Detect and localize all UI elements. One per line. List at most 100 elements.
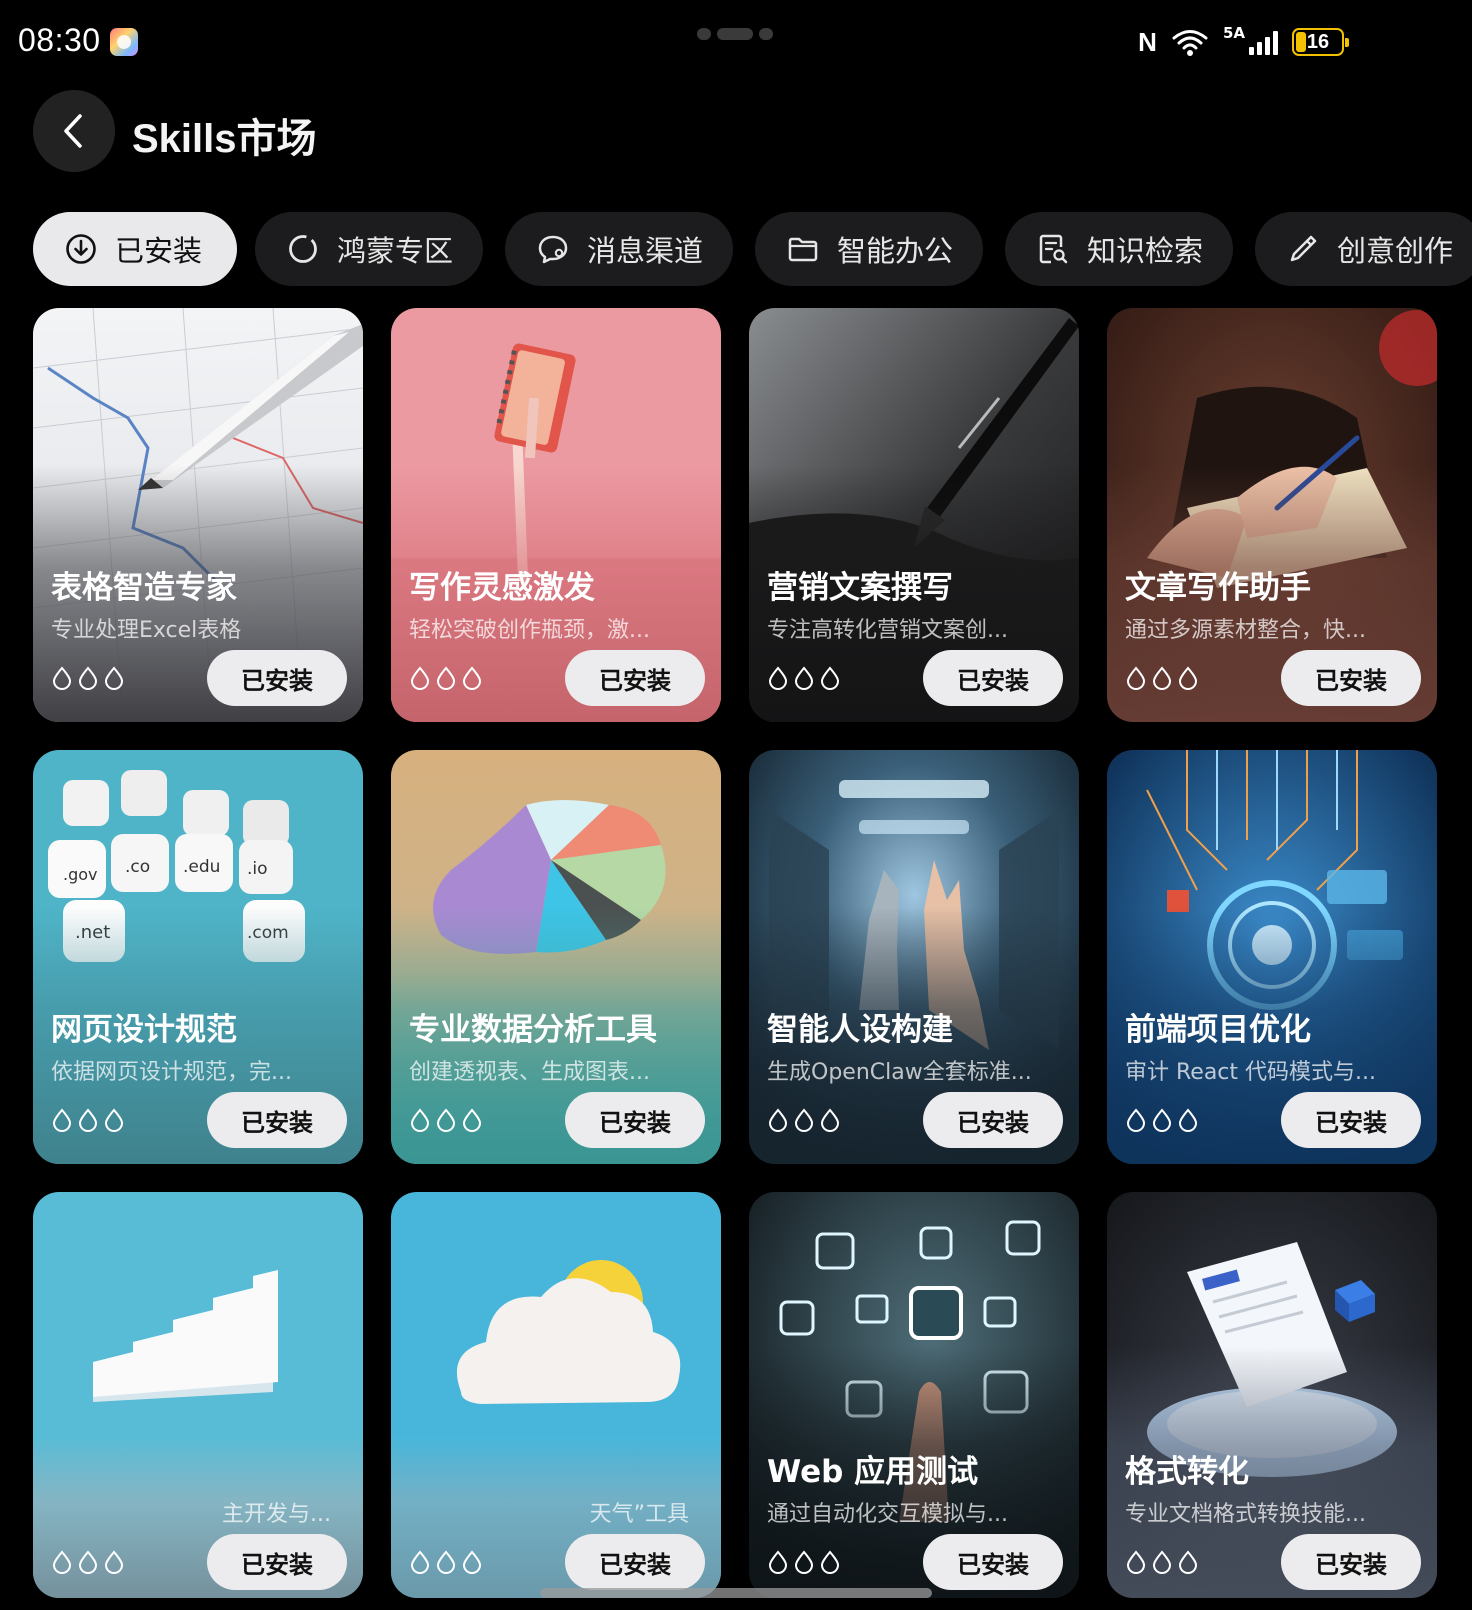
rating-drops xyxy=(51,666,125,690)
rating-drops xyxy=(51,1108,125,1132)
network-type: 5A xyxy=(1222,24,1245,42)
skill-card[interactable]: 营销文案撰写 专注高转化营销文案创... 已安装 xyxy=(749,308,1079,722)
tab-smart-office[interactable]: 智能办公 xyxy=(755,212,983,286)
status-icons: N 5A 16 xyxy=(1138,22,1349,62)
installed-button[interactable]: 已安装 xyxy=(923,1092,1063,1148)
rating-drops xyxy=(51,1550,125,1574)
signal-icon xyxy=(1249,29,1278,55)
drop-icon xyxy=(436,1108,456,1132)
skill-card[interactable]: Web 应用测试 通过自动化交互模拟与... 已安装 xyxy=(749,1192,1079,1598)
document-search-icon xyxy=(1039,234,1068,264)
drop-icon xyxy=(78,666,98,690)
installed-button[interactable]: 已安装 xyxy=(1281,1534,1421,1590)
drop-icon xyxy=(1152,1550,1172,1574)
skill-card[interactable]: 写作灵感激发 轻松突破创作瓶颈，激... 已安装 xyxy=(391,308,721,722)
installed-button[interactable]: 已安装 xyxy=(565,650,705,706)
installed-button[interactable]: 已安装 xyxy=(207,1092,347,1148)
tab-creative-writing[interactable]: 创意创作 xyxy=(1255,212,1472,286)
tab-label: 已安装 xyxy=(115,234,203,268)
skill-card[interactable]: 文章写作助手 通过多源素材整合，快... 已安装 xyxy=(1107,308,1437,722)
drop-icon xyxy=(462,1108,482,1132)
card-title: 智能人设构建 xyxy=(767,1012,953,1048)
drop-icon xyxy=(462,1550,482,1574)
battery-level: 16 xyxy=(1306,30,1330,53)
installed-button[interactable]: 已安装 xyxy=(1281,650,1421,706)
ring-icon xyxy=(289,235,317,263)
rating-drops xyxy=(1125,1108,1199,1132)
tab-installed[interactable]: 已安装 xyxy=(33,212,237,286)
tab-knowledge-search[interactable]: 知识检索 xyxy=(1005,212,1233,286)
card-title: 营销文案撰写 xyxy=(767,570,953,606)
drop-icon xyxy=(104,666,124,690)
rating-drops xyxy=(767,1550,841,1574)
card-title: 专业数据分析工具 xyxy=(409,1012,657,1048)
card-title: 文章写作助手 xyxy=(1125,570,1311,606)
skill-card[interactable]: 主开发与... 已安装 xyxy=(33,1192,363,1598)
camera-indicator xyxy=(697,28,777,40)
category-tabs: 已安装 鸿蒙专区 消息渠道 智能办公 知识检索 创意创作 xyxy=(33,212,1472,286)
svg-text:.io: .io xyxy=(247,859,268,879)
installed-button[interactable]: 已安装 xyxy=(923,650,1063,706)
rating-drops xyxy=(1125,666,1199,690)
installed-button[interactable]: 已安装 xyxy=(565,1534,705,1590)
rating-drops xyxy=(409,666,483,690)
rating-drops xyxy=(1125,1550,1199,1574)
card-title: 表格智造专家 xyxy=(51,570,237,606)
drop-icon xyxy=(1152,1108,1172,1132)
drop-icon xyxy=(410,666,430,690)
skill-card[interactable]: 智能人设构建 生成OpenClaw全套标准... 已安装 xyxy=(749,750,1079,1164)
skill-card[interactable]: .gov .co .edu .io .net .com 网页设计规范 依据网页设… xyxy=(33,750,363,1164)
installed-button[interactable]: 已安装 xyxy=(1281,1092,1421,1148)
svg-text:.gov: .gov xyxy=(63,865,98,884)
skill-card[interactable]: 格式转化 专业文档格式转换技能... 已安装 xyxy=(1107,1192,1437,1598)
tab-harmony[interactable]: 鸿蒙专区 xyxy=(255,212,483,286)
drop-icon xyxy=(410,1108,430,1132)
card-description: 专注高转化营销文案创... xyxy=(767,618,1008,643)
drop-icon xyxy=(52,666,72,690)
installed-button[interactable]: 已安装 xyxy=(923,1534,1063,1590)
tab-label: 鸿蒙专区 xyxy=(337,234,454,268)
drop-icon xyxy=(436,666,456,690)
wifi-icon xyxy=(1172,30,1208,56)
drop-icon xyxy=(1126,1550,1146,1574)
drop-icon xyxy=(52,1108,72,1132)
card-title: 前端项目优化 xyxy=(1125,1012,1311,1048)
card-title: 网页设计规范 xyxy=(51,1012,237,1048)
drop-icon xyxy=(794,666,814,690)
card-description: 主开发与... xyxy=(222,1502,331,1527)
tab-label: 消息渠道 xyxy=(587,234,704,268)
card-title: 写作灵感激发 xyxy=(409,570,595,606)
drop-icon xyxy=(1126,1108,1146,1132)
card-description: 专业处理Excel表格 xyxy=(51,618,242,643)
installed-button[interactable]: 已安装 xyxy=(565,1092,705,1148)
card-title: 格式转化 xyxy=(1125,1454,1249,1490)
drop-icon xyxy=(794,1108,814,1132)
status-bar: 08:30 N 5A 16 xyxy=(0,0,1472,84)
installed-button[interactable]: 已安装 xyxy=(207,1534,347,1590)
card-description: 专业文档格式转换技能... xyxy=(1125,1502,1366,1527)
drop-icon xyxy=(1178,1550,1198,1574)
chat-bubble-icon xyxy=(538,235,568,264)
rating-drops xyxy=(767,1108,841,1132)
pen-icon xyxy=(1290,235,1317,262)
card-description: 依据网页设计规范，完... xyxy=(51,1060,292,1085)
drop-icon xyxy=(78,1550,98,1574)
skill-card[interactable]: 表格智造专家 专业处理Excel表格 已安装 xyxy=(33,308,363,722)
skill-card[interactable]: 前端项目优化 审计 React 代码模式与... 已安装 xyxy=(1107,750,1437,1164)
drop-icon xyxy=(1126,666,1146,690)
card-description: 通过自动化交互模拟与... xyxy=(767,1502,1008,1527)
home-indicator[interactable] xyxy=(540,1588,932,1598)
drop-icon xyxy=(820,1550,840,1574)
tab-message-channel[interactable]: 消息渠道 xyxy=(505,212,733,286)
drop-icon xyxy=(104,1550,124,1574)
drop-icon xyxy=(104,1108,124,1132)
drop-icon xyxy=(820,666,840,690)
back-button[interactable] xyxy=(33,90,115,172)
nfc-icon: N xyxy=(1138,26,1157,57)
installed-button[interactable]: 已安装 xyxy=(207,650,347,706)
chevron-left-icon xyxy=(64,114,82,148)
drop-icon xyxy=(768,666,788,690)
tab-label: 知识检索 xyxy=(1087,234,1204,268)
skill-card[interactable]: 专业数据分析工具 创建透视表、生成图表... 已安装 xyxy=(391,750,721,1164)
skill-card[interactable]: 天气”工具 已安装 xyxy=(391,1192,721,1598)
